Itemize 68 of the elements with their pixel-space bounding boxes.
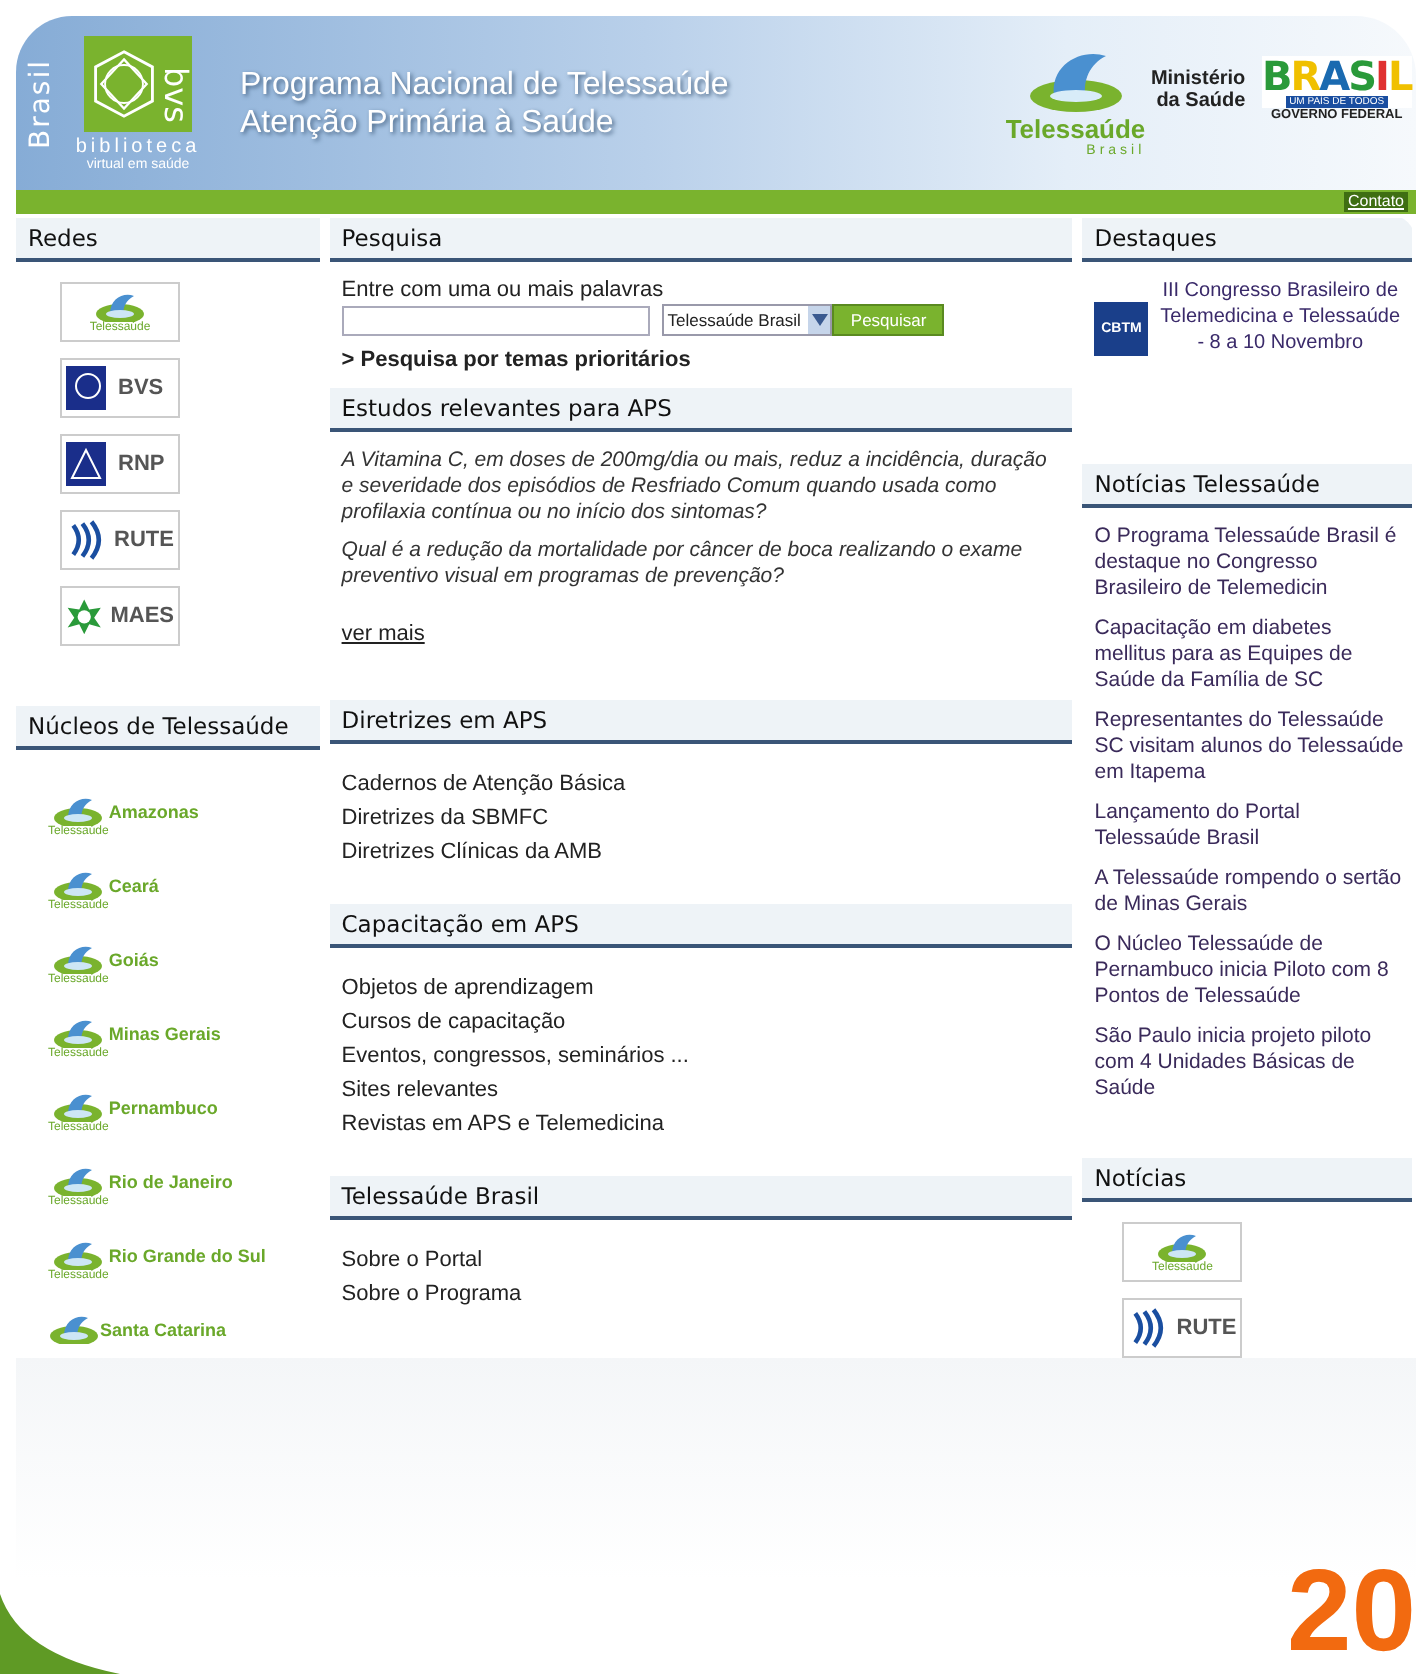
field-label: Entre com uma ou mais palavras [341, 278, 666, 302]
menu-link[interactable]: Sobre o Programa [341, 1282, 1061, 1306]
telessaude-icon [52, 1238, 105, 1270]
telessaude-icon [52, 1090, 105, 1122]
event-link[interactable]: III Congresso Brasileiro de Telemedicina e Telessaúde - 8 a 10 Novembro [1156, 278, 1404, 356]
scope-dropdown[interactable]: Telessaúde Brasil [661, 304, 833, 336]
section-header: Telessaúde Brasil [329, 1176, 1073, 1220]
rute-logo[interactable]: RUTE [1122, 1298, 1243, 1358]
telessaude-icon [52, 868, 105, 900]
corner-swoosh [0, 1594, 120, 1674]
site-title: Programa Nacional de Telessaúde [240, 65, 731, 103]
contact-link[interactable]: Contato [1343, 192, 1408, 212]
menu-link[interactable]: Objetos de aprendizagem [341, 976, 1061, 1000]
menu-link[interactable]: Diretrizes Clínicas da AMB [341, 840, 1061, 864]
corner-number: 20 [1286, 1554, 1416, 1670]
rute-icon [1128, 1306, 1169, 1350]
telessaude-icon [1156, 1230, 1209, 1262]
menu-link[interactable]: Diretrizes da SBMFC [341, 806, 1061, 830]
menu-link[interactable]: Sites relevantes [341, 1078, 1061, 1102]
menu-link[interactable]: Sobre o Portal [341, 1248, 1061, 1272]
rute-logo[interactable]: RUTE [60, 510, 180, 570]
telessaude-icon [48, 1312, 100, 1344]
news-link[interactable]: Capacitação em diabetes mellitus para as Equipes de Saúde da Família de SC [1094, 616, 1404, 694]
section-header: Diretrizes em APS [329, 700, 1073, 744]
study-question[interactable]: Qual é a redução da mortalidade por câncer de boca realizando o exame preventivo visual em programas de prevenção? [341, 538, 1061, 590]
site-title: Atenção Primária à Saúde [240, 103, 616, 141]
menu-link[interactable]: Revistas em APS e Telemedicina [341, 1112, 1061, 1136]
study-question[interactable]: A Vitamina C, em doses de 200mg/dia ou mais, reduz a incidência, duração e severidade dos episódios de Resfriado Comum quando usada como profilaxia contínua ou no início dos sintomas? [341, 448, 1061, 526]
search-field[interactable] [341, 305, 650, 335]
logo-name: Telessaúde [1005, 116, 1146, 144]
telessaude-icon [93, 290, 146, 322]
rnp-icon [66, 442, 110, 486]
menu-link[interactable]: Cadernos de Atenção Básica [341, 772, 1061, 796]
bvs-icon [66, 366, 110, 410]
bvs-logo: bvs [84, 35, 192, 131]
section-header: Pesquisa [329, 218, 1073, 262]
section-header: Notícias [1082, 1158, 1412, 1202]
section-header: Capacitação em APS [329, 904, 1073, 948]
telessaude-icon [52, 942, 105, 974]
brand-label: Brasil [24, 58, 56, 148]
caret-icon [811, 314, 828, 326]
priority-link[interactable]: > Pesquisa por temas prioritários [341, 348, 1061, 372]
news-link[interactable]: A Telessaúde rompendo o sertão de Minas Gerais [1094, 866, 1404, 918]
rute-icon [66, 518, 107, 562]
maes-logo[interactable]: MAES [60, 586, 180, 646]
menu-link[interactable]: Eventos, congressos, seminários ... [341, 1044, 1061, 1068]
news-link[interactable]: São Paulo inicia projeto piloto com 4 Unidades Básicas de Saúde [1094, 1024, 1404, 1102]
telessaude-icon [52, 794, 105, 826]
telessaude-icon [52, 1016, 105, 1048]
ministry-label: Ministério [1150, 67, 1246, 89]
rnp-logo[interactable]: RNP [60, 434, 180, 494]
menu-link[interactable]: Cursos de capacitação [341, 1010, 1061, 1034]
news-link[interactable]: O Programa Telessaúde Brasil é destaque no Congresso Brasileiro de Telemedicin [1094, 524, 1404, 602]
section-header: Notícias Telessaúde [1082, 464, 1412, 508]
news-link[interactable]: O Núcleo Telessaúde de Pernambuco inicia Piloto com 8 Pontos de Telessaúde [1094, 932, 1404, 1010]
bvs-logo[interactable]: BVS [60, 358, 180, 418]
section-header: Destaques [1082, 218, 1412, 262]
section-header: Redes [16, 218, 320, 262]
maes-icon [66, 594, 103, 638]
news-link[interactable]: Representantes do Telessaúde SC visitam alunos do Telessaúde em Itapema [1094, 708, 1404, 786]
telessaude-icon [52, 1164, 105, 1196]
logo-caption: biblioteca [75, 135, 201, 157]
section-header: Núcleos de Telessaúde [16, 706, 320, 750]
more-link[interactable]: ver mais [341, 622, 425, 646]
telessaude-logo-icon [1025, 48, 1126, 116]
ministry-label: da Saúde [1156, 89, 1246, 111]
section-header: Estudos relevantes para APS [329, 388, 1073, 432]
news-link[interactable]: Lançamento do Portal Telessaúde Brasil [1094, 800, 1404, 852]
